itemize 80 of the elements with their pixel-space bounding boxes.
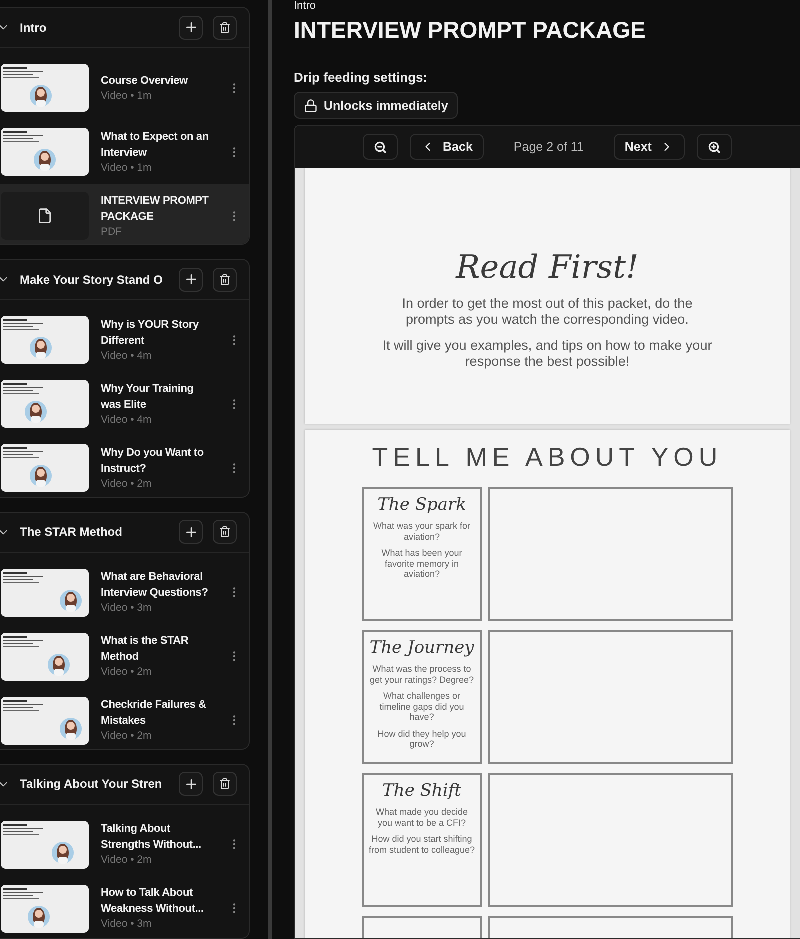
zoom-out-icon <box>374 140 388 154</box>
lesson-meta: PDF <box>101 224 123 240</box>
plus-icon <box>184 776 198 792</box>
section-title: Intro <box>20 20 48 34</box>
lesson-item[interactable]: What is the STAR Method Video • 2m <box>0 624 249 688</box>
lesson-title: Course Overview <box>101 74 189 88</box>
lesson-item[interactable]: How to Talk About Weakness Without... Video • 3m <box>0 876 249 938</box>
plus-icon <box>184 20 198 35</box>
trash-icon <box>219 274 231 286</box>
unlock-button[interactable]: Unlocks immediately <box>294 92 458 119</box>
lesson-meta: Video • 1m <box>101 88 153 104</box>
lesson-meta: Video • 2m <box>101 665 153 680</box>
lesson-title: Why is YOUR Story Different <box>101 318 200 349</box>
plus-icon <box>184 272 198 288</box>
lesson-meta: Video • 2m <box>101 853 153 868</box>
trash-icon <box>219 22 231 34</box>
lesson-title: What to Expect on an Interview <box>101 130 210 160</box>
lesson-title: Talking About Strengths Without... <box>101 822 202 854</box>
lesson-title: What are Behavioral Interview Questions? <box>101 570 210 601</box>
page-heading: Read First! <box>456 248 639 286</box>
lesson-meta: Video • 3m <box>101 917 153 932</box>
back-button[interactable]: Back <box>410 134 484 160</box>
delete-button[interactable] <box>213 520 237 544</box>
lesson-title: How to Talk About Weakness Without... <box>101 886 205 918</box>
page-paragraph: In order to get the most out of this packet, do the prompts as you watch the corresponding video. <box>401 296 694 328</box>
lesson-title: Why Do you Want to Instruct? <box>101 446 205 477</box>
delete-button[interactable] <box>213 772 237 796</box>
prompt-question: What challenges or timeline gaps did you have? <box>378 691 466 722</box>
lesson-title: What is the STAR Method <box>101 634 190 665</box>
prompt-title: The Shift <box>382 781 462 801</box>
lesson-title: Why Your Training was Elite <box>101 382 195 413</box>
lesson-item[interactable]: Why is YOUR Story Different Video • 4m <box>0 308 249 372</box>
drip-label: Drip feeding settings: <box>294 70 429 85</box>
lesson-meta: Video • 1m <box>101 160 153 176</box>
trash-icon <box>219 526 231 538</box>
lesson-item[interactable]: What are Behavioral Interview Questions? Video • 3m <box>0 560 249 624</box>
lesson-item[interactable]: INTERVIEW PROMPT PACKAGE PDF <box>0 184 249 244</box>
lesson-item[interactable]: Why Do you Want to Instruct? Video • 2m <box>0 436 249 496</box>
lesson-meta: Video • 3m <box>101 601 153 616</box>
lesson-meta: Video • 2m <box>101 729 153 744</box>
prompt-question: What has been your favorite memory in aviation? <box>380 548 464 580</box>
zoom-in-button[interactable] <box>696 134 732 160</box>
plus-icon <box>184 524 198 540</box>
zoom-in-icon <box>708 140 721 154</box>
page-paragraph: It will give you examples, and tips on how to make your response the best possible! <box>382 338 714 370</box>
delete-button[interactable] <box>213 16 237 40</box>
prompt-question: What was the process to get your ratings? Degree? <box>368 664 476 685</box>
section-title: Make Your Story Stand O <box>20 272 164 287</box>
lesson-item[interactable]: What to Expect on an Interview Video • 1m <box>0 120 249 184</box>
prompt-question: How did you start shifting from student to colleague? <box>368 834 476 855</box>
prompt-question: How did they help you grow? <box>376 728 468 750</box>
lesson-item[interactable]: Checkride Failures & Mistakes Video • 2m <box>0 688 249 749</box>
lesson-title: INTERVIEW PROMPT PACKAGE <box>101 194 210 224</box>
lesson-item[interactable]: Course Overview Video • 1m <box>0 56 249 120</box>
prompt-question: What made you decide you want to be a CFI? <box>374 807 470 828</box>
add-button[interactable] <box>179 16 203 40</box>
lesson-meta: Video • 4m <box>101 348 153 364</box>
prompt-title: The Journey <box>370 638 474 658</box>
lesson-meta: Video • 2m <box>101 476 153 492</box>
lock-icon <box>304 98 318 112</box>
section-title: Talking About Your Stren <box>20 777 164 792</box>
next-button[interactable]: Next <box>614 134 685 160</box>
section-title: The STAR Method <box>20 525 124 539</box>
file-icon <box>37 208 53 224</box>
page-indicator: Page 2 of 11 <box>514 140 584 154</box>
lesson-item[interactable]: Talking About Strengths Without... Video • 2m <box>0 812 249 877</box>
breadcrumb: Intro <box>294 0 318 13</box>
prompt-title: The Spark <box>378 495 466 515</box>
zoom-out-button[interactable] <box>363 134 398 160</box>
add-button[interactable] <box>179 520 203 544</box>
add-button[interactable] <box>179 268 203 292</box>
add-button[interactable] <box>179 772 203 796</box>
lesson-item[interactable]: Why Your Training was Elite Video • 4m <box>0 372 249 436</box>
lesson-meta: Video • 4m <box>101 412 153 428</box>
page-heading: TELL ME ABOUT YOU <box>372 442 723 473</box>
prompt-question: What was your spark for aviation? <box>372 521 472 542</box>
delete-button[interactable] <box>213 268 237 292</box>
page-title: INTERVIEW PROMPT PACKAGE <box>294 17 647 44</box>
trash-icon <box>219 778 231 790</box>
lesson-title: Checkride Failures & Mistakes <box>101 698 208 729</box>
